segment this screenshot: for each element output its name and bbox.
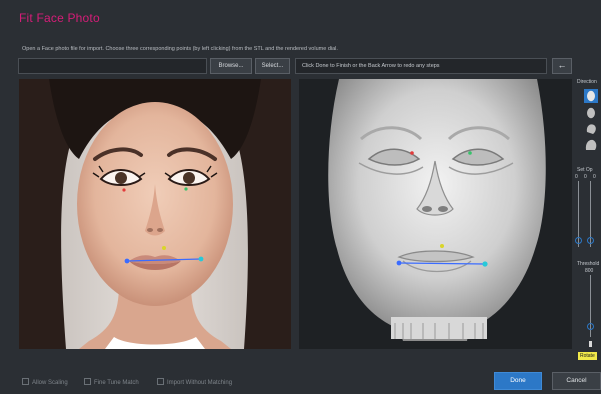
back-arrow-button[interactable]: ←	[552, 58, 572, 74]
photo-path-field[interactable]	[18, 58, 207, 74]
threshold-value: 800	[585, 268, 594, 274]
up-arrow-icon[interactable]	[589, 341, 592, 347]
checkbox-box[interactable]	[84, 378, 91, 385]
allow-scaling-checkbox[interactable]: Allow Scaling	[22, 378, 68, 386]
direction-label: Direction	[577, 79, 597, 85]
threshold-slider-handle[interactable]	[587, 323, 594, 330]
head-oblique-icon[interactable]	[584, 122, 598, 136]
landmark-point[interactable]	[198, 256, 204, 262]
face-photo-image	[19, 79, 291, 349]
landmark-point[interactable]	[162, 246, 166, 250]
head-front-icon[interactable]	[584, 89, 598, 103]
fit-face-photo-dialog: Fit Face Photo Open a Face photo file fo…	[0, 0, 601, 394]
fine-tune-match-label: Fine Tune Match	[94, 380, 139, 386]
landmark-point[interactable]	[482, 261, 488, 267]
instructions-text: Open a Face photo file for import. Choos…	[22, 46, 338, 52]
browse-button[interactable]: Browse...	[210, 58, 252, 74]
opacity-slider-handle[interactable]	[587, 237, 594, 244]
opacity-label: Set Op	[577, 167, 593, 173]
select-button[interactable]: Select...	[255, 58, 290, 74]
left-arrow-icon: ←	[557, 60, 567, 70]
landmark-point[interactable]	[184, 187, 188, 191]
rotate-tooltip: Rotate	[578, 352, 597, 360]
threshold-label: Threshold	[577, 261, 600, 267]
cancel-button[interactable]: Cancel	[552, 372, 601, 390]
head-back-icon[interactable]	[584, 138, 598, 152]
allow-scaling-label: Allow Scaling	[32, 380, 68, 386]
opacity-slider-handle[interactable]	[575, 237, 582, 244]
status-message: Click Done to Finish or the Back Arrow t…	[295, 58, 547, 74]
face-photo-viewport[interactable]	[19, 79, 291, 349]
stl-face-model	[299, 79, 572, 349]
head-side-icon[interactable]	[584, 106, 598, 120]
checkbox-box[interactable]	[157, 378, 164, 385]
dialog-title: Fit Face Photo	[19, 11, 100, 25]
opacity-tick: 0	[575, 174, 578, 180]
view-controls-panel: Direction Set Op 0 0 0 Threshold 800 Rot…	[575, 79, 601, 369]
landmark-point[interactable]	[468, 151, 472, 155]
checkbox-box[interactable]	[22, 378, 29, 385]
done-button[interactable]: Done	[494, 372, 542, 390]
landmark-point[interactable]	[124, 258, 130, 264]
import-without-matching-checkbox[interactable]: Import Without Matching	[157, 378, 232, 386]
stl-model-viewport[interactable]	[299, 79, 572, 349]
opacity-tick: 0	[584, 174, 587, 180]
landmark-point[interactable]	[122, 188, 126, 192]
import-without-matching-label: Import Without Matching	[167, 380, 233, 386]
landmark-point[interactable]	[410, 151, 414, 155]
fine-tune-match-checkbox[interactable]: Fine Tune Match	[84, 378, 139, 386]
opacity-tick: 0	[593, 174, 596, 180]
landmark-point[interactable]	[440, 244, 444, 248]
landmark-point[interactable]	[396, 260, 402, 266]
dialog-footer: Allow Scaling Fine Tune Match Import Wit…	[0, 362, 601, 394]
